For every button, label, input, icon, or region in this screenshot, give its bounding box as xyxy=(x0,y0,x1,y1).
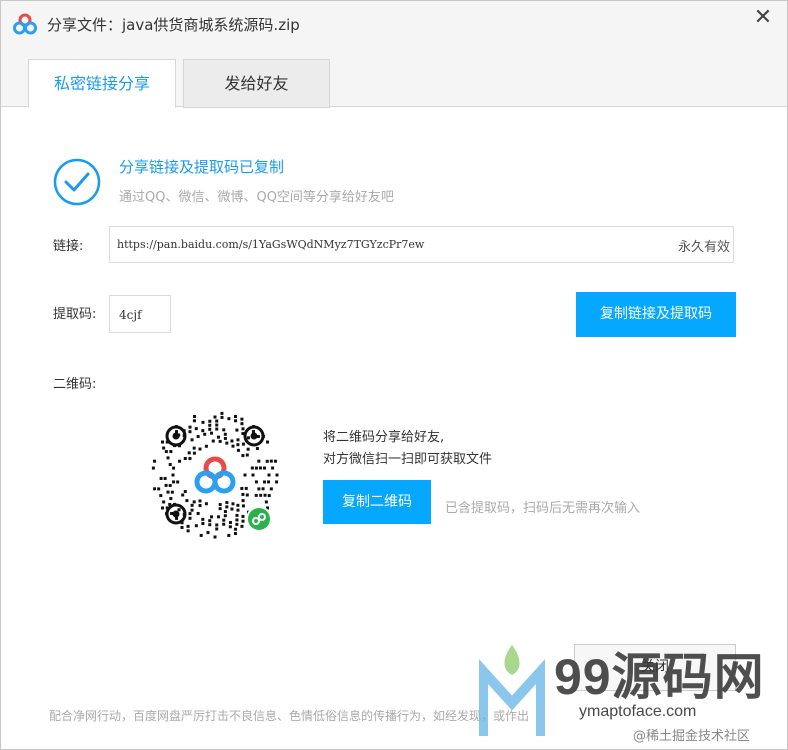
code-field[interactable]: 4cjf xyxy=(109,295,171,333)
tab-send-friend[interactable]: 发给好友 xyxy=(183,59,330,108)
qr-label: 二维码: xyxy=(53,377,97,392)
code-label: 提取码: xyxy=(53,307,97,322)
link-field[interactable]: https://pan.baidu.com/s/1YaGsWQdNMyz7TGY… xyxy=(109,226,734,263)
watermark-juejin: @稀土掘金技术社区 xyxy=(633,729,751,744)
link-label: 链接: xyxy=(53,239,84,254)
link-validity: 永久有效 xyxy=(677,240,730,255)
close-icon[interactable]: ✕ xyxy=(751,6,775,30)
title-bar: 分享文件：java供货商城系统源码.zip ✕ xyxy=(1,1,787,47)
watermark-logo-icon xyxy=(479,645,545,736)
qr-note: 已含提取码，扫码后无需再次输入 xyxy=(445,501,641,516)
copy-link-code-button[interactable]: 复制链接及提取码 xyxy=(576,292,736,337)
link-url[interactable]: https://pan.baidu.com/s/1YaGsWQdNMyz7TGY… xyxy=(117,238,424,251)
success-subtitle: 通过QQ、微信、微博、QQ空间等分享给好友吧 xyxy=(119,190,394,205)
qr-hint-line2: 对方微信扫一扫即可获取文件 xyxy=(323,452,493,467)
success-title: 分享链接及提取码已复制 xyxy=(119,158,285,176)
tab-private-link[interactable]: 私密链接分享 xyxy=(28,59,176,108)
qr-code-image xyxy=(151,411,279,539)
share-dialog: 分享文件：java供货商城系统源码.zip ✕ 私密链接分享 发给好友 分享链接… xyxy=(0,0,788,750)
qr-hint-line1: 将二维码分享给好友, xyxy=(323,430,445,445)
tab-bar: 私密链接分享 发给好友 xyxy=(1,47,787,108)
watermark-text: 99源码网 xyxy=(554,649,765,705)
copy-qr-button[interactable]: 复制二维码 xyxy=(323,480,431,524)
success-check-icon xyxy=(53,158,101,206)
code-value[interactable]: 4cjf xyxy=(119,308,142,322)
watermark-domain: ymaptoface.com xyxy=(579,703,697,721)
window-title: 分享文件：java供货商城系统源码.zip xyxy=(47,16,300,34)
footer-notice: 配合净网行动，百度网盘严厉打击不良信息、色情低俗信息的传播行为，如经发现，或作出 xyxy=(49,709,530,723)
baidu-netdisk-logo-icon xyxy=(13,13,37,35)
